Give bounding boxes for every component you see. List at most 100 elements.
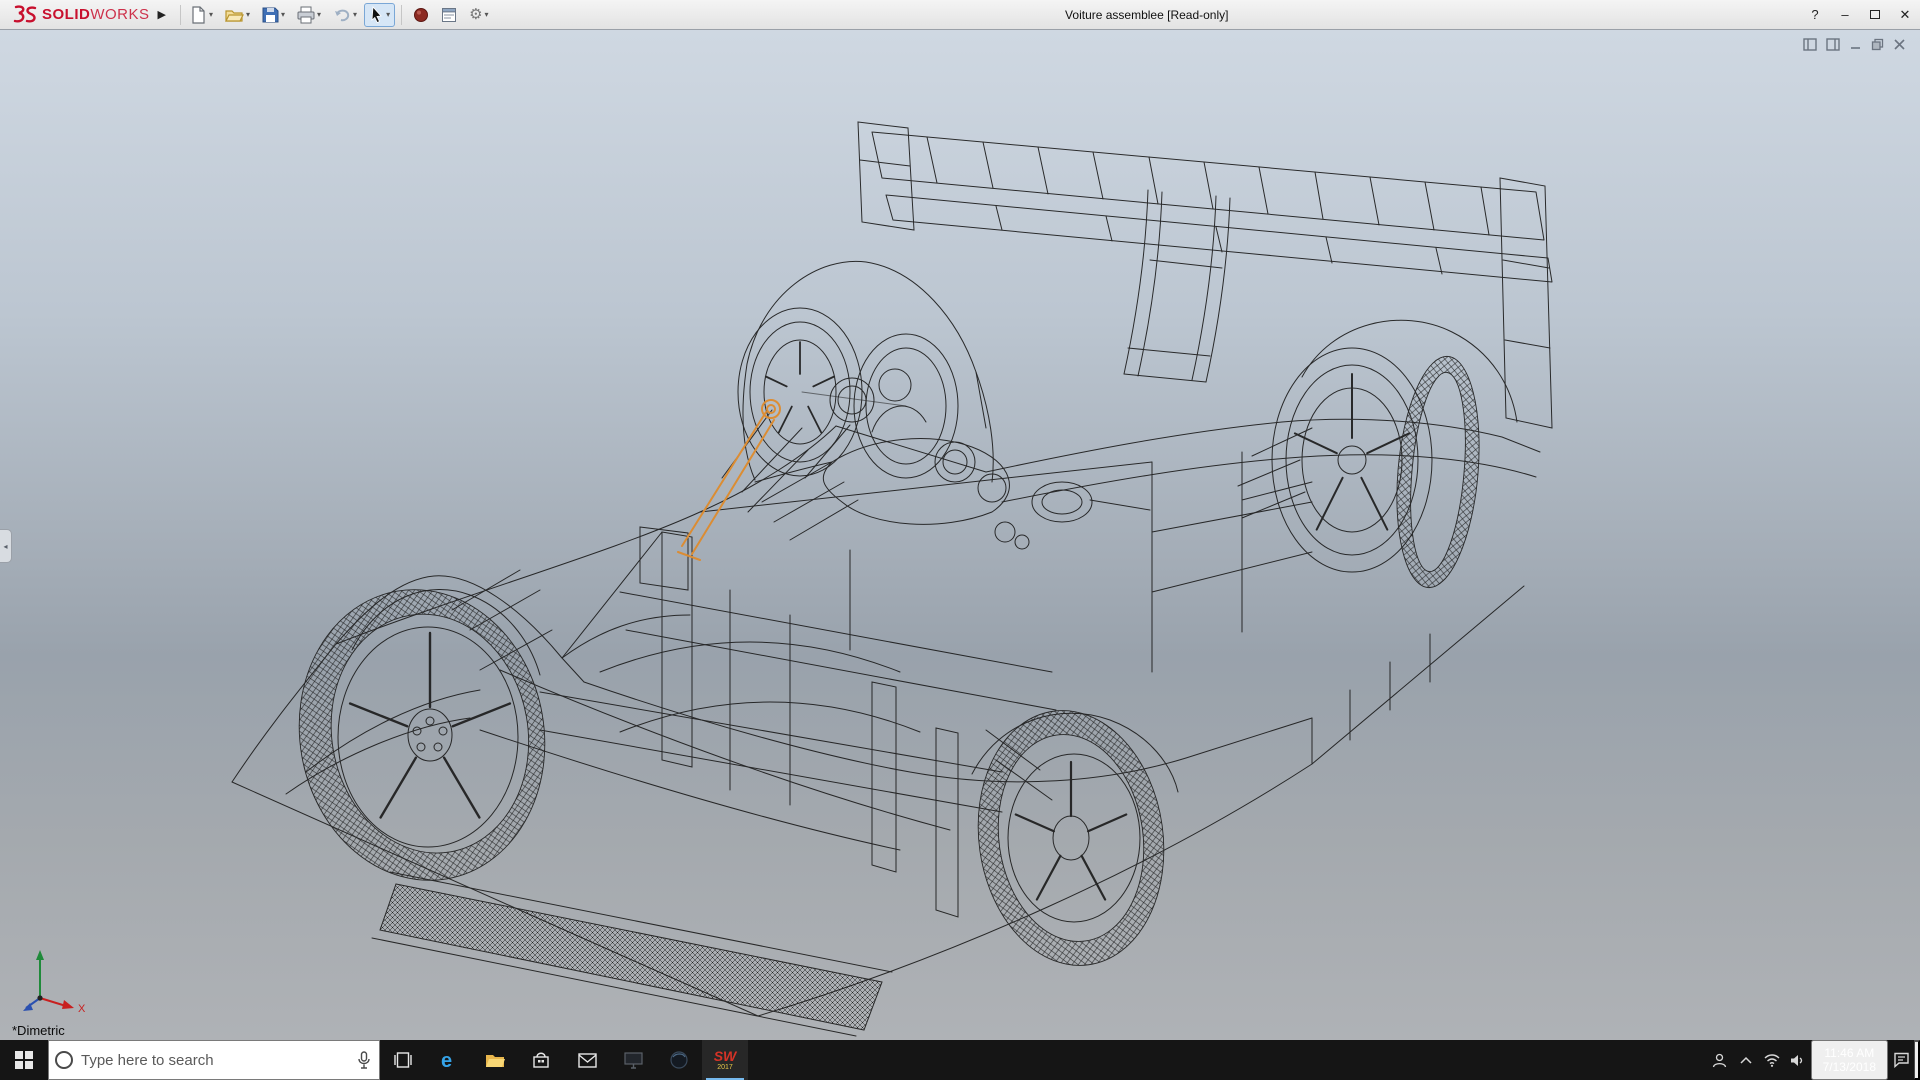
solidworks-logo-icon [8,4,38,26]
mail-button[interactable] [564,1040,610,1080]
report-tool-button[interactable] [436,3,462,27]
action-center-icon [1893,1052,1910,1068]
view-orientation-label: *Dimetric [12,1023,65,1038]
volume-button[interactable] [1785,1040,1811,1080]
options-button[interactable]: ⚙ ▾ [464,3,493,27]
user-tray-button[interactable] [1707,1040,1733,1080]
task-view-icon [394,1052,412,1068]
titlebar: SOLIDWORKS ▶ ▾ ▾ [0,0,1920,30]
toolbar-separator [180,5,181,25]
dropdown-caret-icon: ▾ [386,11,390,19]
edge-button[interactable]: e [426,1040,472,1080]
dark-tile-app-button[interactable] [610,1040,656,1080]
save-icon [262,6,279,24]
action-center-button[interactable] [1888,1040,1914,1080]
menu-flyout-arrow-icon[interactable]: ▶ [158,8,166,21]
svg-text:e: e [441,1050,452,1071]
dark-monitor-icon [624,1052,643,1069]
doc-close-button[interactable] [1893,38,1906,51]
solidworks-window: SOLIDWORKS ▶ ▾ ▾ [0,0,1920,1080]
dropdown-caret-icon: ▾ [485,11,489,19]
select-cursor-icon [369,6,384,24]
front-right-wheel [738,308,958,478]
red-sphere-icon [413,7,429,23]
doc-minimize-button[interactable] [1849,38,1862,51]
solidworks-taskbar-button[interactable]: SW 2017 [702,1040,748,1080]
orientation-triad: X [22,946,92,1012]
graphics-viewport[interactable]: ◂ X *Dimetric [0,30,1920,1040]
system-tray: 11:46 AM 7/13/2018 [1707,1040,1920,1080]
dark-circle-app-button[interactable] [656,1040,702,1080]
options-gear-icon: ⚙ [469,7,482,22]
user-tray-icon [1712,1053,1727,1068]
new-document-icon [190,6,207,24]
file-explorer-button[interactable] [472,1040,518,1080]
hidden-icons-button[interactable] [1733,1040,1759,1080]
front-splitter-mesh [372,872,892,1036]
hidden-icons-chevron-icon [1740,1056,1752,1064]
windows-taskbar: e [0,1040,1920,1080]
start-button[interactable] [0,1040,48,1080]
dropdown-caret-icon: ▾ [246,11,250,19]
main-toolbar: ▾ ▾ ▾ [185,3,494,27]
pane-right-button[interactable] [1826,38,1840,51]
task-view-button[interactable] [380,1040,426,1080]
save-button[interactable]: ▾ [257,3,290,27]
solidworks-app-icon: SW 2017 [714,1049,737,1071]
close-button[interactable]: ✕ [1890,0,1920,29]
window-controls: ? – ✕ [1800,0,1920,29]
print-button[interactable]: ▾ [292,3,326,27]
rear-left-wheel [962,698,1180,977]
doc-restore-button[interactable] [1871,38,1884,51]
taskbar-search[interactable] [48,1040,380,1080]
dropdown-caret-icon: ▾ [281,11,285,19]
undo-button[interactable]: ▾ [328,3,362,27]
edge-icon: e [438,1049,460,1071]
search-input[interactable] [81,1052,349,1069]
minimize-button[interactable]: – [1830,0,1860,29]
maximize-button[interactable] [1860,0,1890,29]
select-tool-button[interactable]: ▾ [364,3,395,27]
rear-wing [858,122,1552,428]
window-title: Voiture assemblee [Read-only] [494,8,1800,22]
maximize-icon [1870,10,1880,19]
dark-sphere-icon [669,1050,689,1070]
mail-icon [578,1053,597,1068]
wifi-icon [1764,1054,1780,1067]
volume-icon [1790,1054,1805,1067]
feature-pane-tab[interactable]: ◂ [0,529,12,563]
search-mic-icon[interactable] [357,1051,371,1069]
dropdown-caret-icon: ▾ [353,11,357,19]
taskbar-clock[interactable]: 11:46 AM 7/13/2018 [1811,1040,1888,1080]
start-icon [15,1051,33,1069]
rear-right-wheel [1272,348,1488,591]
brand-works: WORKS [90,6,149,23]
wifi-button[interactable] [1759,1040,1785,1080]
dropdown-caret-icon: ▾ [209,11,213,19]
store-button[interactable] [518,1040,564,1080]
sphere-tool-button[interactable] [408,3,434,27]
selected-component-highlight[interactable] [678,400,780,560]
front-left-wheel [277,570,568,900]
clock-time: 11:46 AM [1824,1046,1874,1060]
open-button[interactable]: ▾ [220,3,255,27]
model-canvas [0,30,1920,1040]
open-icon [225,6,244,24]
file-explorer-icon [485,1052,505,1068]
help-button[interactable]: ? [1800,0,1830,29]
clock-date: 7/13/2018 [1823,1060,1876,1074]
show-desktop-button[interactable] [1914,1040,1920,1080]
solidworks-logo: SOLIDWORKS [8,0,150,29]
report-icon [441,7,457,23]
pane-left-button[interactable] [1803,38,1817,51]
brand-solid: SOLID [42,6,90,23]
document-window-controls [1803,38,1906,51]
wireframe-car-model[interactable] [232,122,1552,1036]
triad-x-label: X [78,1003,86,1012]
solidworks-wordmark: SOLIDWORKS [42,6,150,23]
store-icon [532,1051,550,1069]
undo-icon [333,6,351,24]
dropdown-caret-icon: ▾ [317,11,321,19]
print-icon [297,6,315,24]
new-document-button[interactable]: ▾ [185,3,218,27]
